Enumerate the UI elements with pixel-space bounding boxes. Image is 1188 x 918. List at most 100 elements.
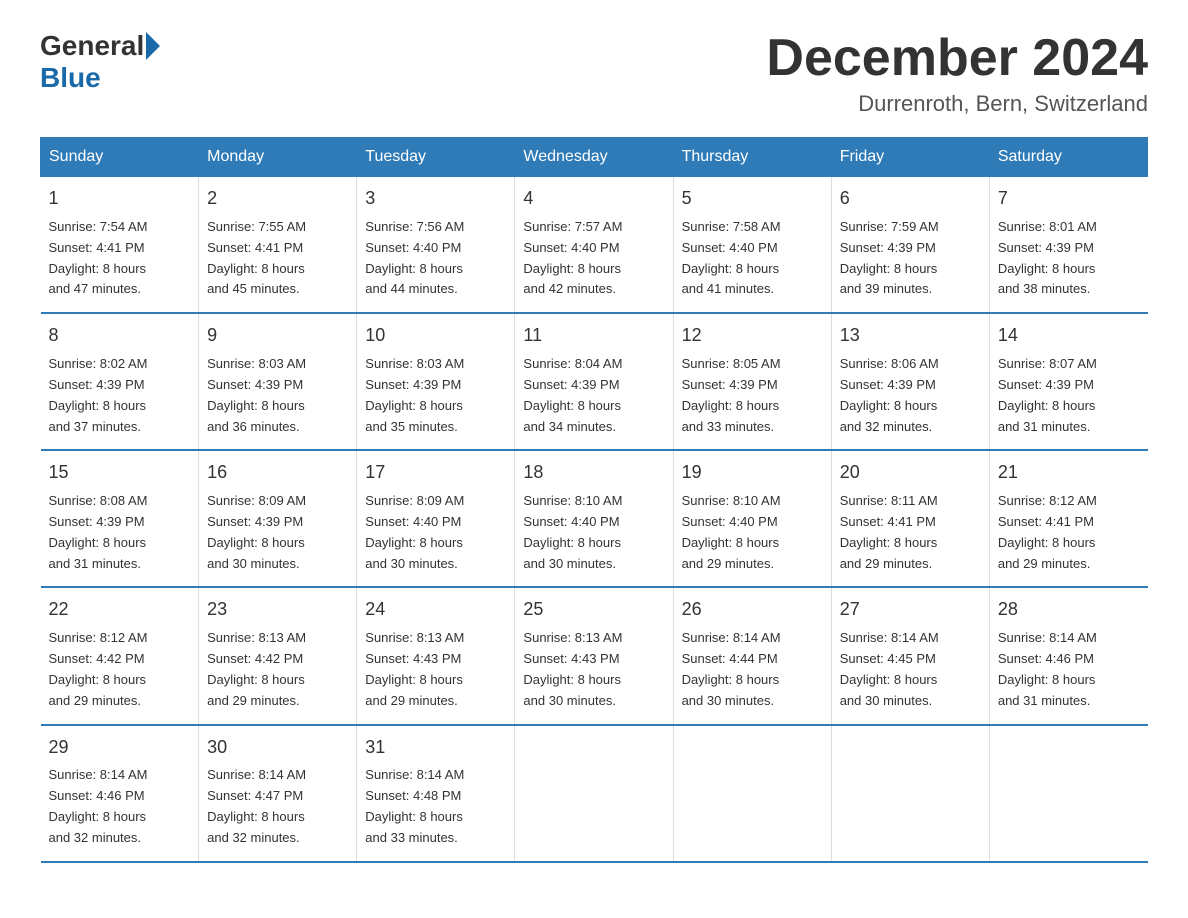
- calendar-table: SundayMondayTuesdayWednesdayThursdayFrid…: [40, 137, 1148, 862]
- calendar-cell: 3 Sunrise: 7:56 AMSunset: 4:40 PMDaylight…: [357, 177, 515, 314]
- day-info: Sunrise: 8:14 AMSunset: 4:47 PMDaylight:…: [207, 765, 348, 848]
- day-info: Sunrise: 8:01 AMSunset: 4:39 PMDaylight:…: [998, 217, 1140, 300]
- day-number: 5: [682, 185, 823, 213]
- day-info: Sunrise: 8:09 AMSunset: 4:39 PMDaylight:…: [207, 491, 348, 574]
- day-number: 22: [49, 596, 191, 624]
- day-info: Sunrise: 8:04 AMSunset: 4:39 PMDaylight:…: [523, 354, 664, 437]
- header-cell-sunday: Sunday: [41, 138, 199, 177]
- calendar-cell: 10 Sunrise: 8:03 AMSunset: 4:39 PMDayligh…: [357, 313, 515, 450]
- page-header: General Blue December 2024 Durrenroth, B…: [40, 30, 1148, 117]
- calendar-cell: 27 Sunrise: 8:14 AMSunset: 4:45 PMDayligh…: [831, 587, 989, 724]
- header-cell-wednesday: Wednesday: [515, 138, 673, 177]
- calendar-cell: 28 Sunrise: 8:14 AMSunset: 4:46 PMDayligh…: [989, 587, 1147, 724]
- day-info: Sunrise: 8:08 AMSunset: 4:39 PMDaylight:…: [49, 491, 191, 574]
- day-info: Sunrise: 8:02 AMSunset: 4:39 PMDaylight:…: [49, 354, 191, 437]
- day-number: 17: [365, 459, 506, 487]
- calendar-cell: 30 Sunrise: 8:14 AMSunset: 4:47 PMDayligh…: [199, 725, 357, 862]
- week-row-2: 8 Sunrise: 8:02 AMSunset: 4:39 PMDaylight…: [41, 313, 1148, 450]
- day-info: Sunrise: 8:13 AMSunset: 4:43 PMDaylight:…: [523, 628, 664, 711]
- calendar-cell: 31 Sunrise: 8:14 AMSunset: 4:48 PMDayligh…: [357, 725, 515, 862]
- calendar-cell: 17 Sunrise: 8:09 AMSunset: 4:40 PMDayligh…: [357, 450, 515, 587]
- day-info: Sunrise: 8:03 AMSunset: 4:39 PMDaylight:…: [207, 354, 348, 437]
- day-info: Sunrise: 8:03 AMSunset: 4:39 PMDaylight:…: [365, 354, 506, 437]
- day-number: 7: [998, 185, 1140, 213]
- calendar-cell: 13Sunrise: 8:06 AMSunset: 4:39 PMDayligh…: [831, 313, 989, 450]
- calendar-cell: 19 Sunrise: 8:10 AMSunset: 4:40 PMDayligh…: [673, 450, 831, 587]
- header-cell-friday: Friday: [831, 138, 989, 177]
- calendar-cell: 9Sunrise: 8:03 AMSunset: 4:39 PMDaylight…: [199, 313, 357, 450]
- day-info: Sunrise: 8:10 AMSunset: 4:40 PMDaylight:…: [682, 491, 823, 574]
- day-number: 19: [682, 459, 823, 487]
- day-number: 25: [523, 596, 664, 624]
- day-info: Sunrise: 7:58 AMSunset: 4:40 PMDaylight:…: [682, 217, 823, 300]
- day-number: 11: [523, 322, 664, 350]
- day-info: Sunrise: 8:12 AMSunset: 4:42 PMDaylight:…: [49, 628, 191, 711]
- day-info: Sunrise: 8:05 AMSunset: 4:39 PMDaylight:…: [682, 354, 823, 437]
- day-number: 28: [998, 596, 1140, 624]
- calendar-cell: 24Sunrise: 8:13 AMSunset: 4:43 PMDayligh…: [357, 587, 515, 724]
- week-row-4: 22 Sunrise: 8:12 AMSunset: 4:42 PMDayligh…: [41, 587, 1148, 724]
- day-info: Sunrise: 8:14 AMSunset: 4:45 PMDaylight:…: [840, 628, 981, 711]
- day-info: Sunrise: 7:54 AMSunset: 4:41 PMDaylight:…: [49, 217, 191, 300]
- header-cell-monday: Monday: [199, 138, 357, 177]
- calendar-cell: 5 Sunrise: 7:58 AMSunset: 4:40 PMDaylight…: [673, 177, 831, 314]
- day-number: 4: [523, 185, 664, 213]
- header-row: SundayMondayTuesdayWednesdayThursdayFrid…: [41, 138, 1148, 177]
- day-info: Sunrise: 8:14 AMSunset: 4:46 PMDaylight:…: [998, 628, 1140, 711]
- day-number: 10: [365, 322, 506, 350]
- calendar-cell: 16 Sunrise: 8:09 AMSunset: 4:39 PMDayligh…: [199, 450, 357, 587]
- day-number: 30: [207, 734, 348, 762]
- calendar-cell: [989, 725, 1147, 862]
- calendar-cell: 25 Sunrise: 8:13 AMSunset: 4:43 PMDayligh…: [515, 587, 673, 724]
- day-number: 20: [840, 459, 981, 487]
- calendar-cell: 8 Sunrise: 8:02 AMSunset: 4:39 PMDaylight…: [41, 313, 199, 450]
- day-number: 27: [840, 596, 981, 624]
- calendar-cell: 22 Sunrise: 8:12 AMSunset: 4:42 PMDayligh…: [41, 587, 199, 724]
- header-cell-tuesday: Tuesday: [357, 138, 515, 177]
- calendar-cell: [831, 725, 989, 862]
- day-number: 18: [523, 459, 664, 487]
- day-number: 24: [365, 596, 506, 624]
- calendar-cell: [515, 725, 673, 862]
- day-number: 2: [207, 185, 348, 213]
- location-text: Durrenroth, Bern, Switzerland: [766, 91, 1148, 117]
- day-number: 14: [998, 322, 1140, 350]
- calendar-header: SundayMondayTuesdayWednesdayThursdayFrid…: [41, 138, 1148, 177]
- day-number: 3: [365, 185, 506, 213]
- day-info: Sunrise: 7:59 AMSunset: 4:39 PMDaylight:…: [840, 217, 981, 300]
- day-info: Sunrise: 8:09 AMSunset: 4:40 PMDaylight:…: [365, 491, 506, 574]
- day-number: 29: [49, 734, 191, 762]
- calendar-cell: 14 Sunrise: 8:07 AMSunset: 4:39 PMDayligh…: [989, 313, 1147, 450]
- title-block: December 2024 Durrenroth, Bern, Switzerl…: [766, 30, 1148, 117]
- day-number: 8: [49, 322, 191, 350]
- day-number: 26: [682, 596, 823, 624]
- calendar-cell: [673, 725, 831, 862]
- calendar-cell: 18Sunrise: 8:10 AMSunset: 4:40 PMDayligh…: [515, 450, 673, 587]
- day-number: 15: [49, 459, 191, 487]
- day-number: 6: [840, 185, 981, 213]
- logo: General Blue: [40, 30, 162, 94]
- day-info: Sunrise: 8:13 AMSunset: 4:42 PMDaylight:…: [207, 628, 348, 711]
- calendar-cell: 4Sunrise: 7:57 AMSunset: 4:40 PMDaylight…: [515, 177, 673, 314]
- logo-blue-text: Blue: [40, 62, 101, 93]
- calendar-cell: 2 Sunrise: 7:55 AMSunset: 4:41 PMDaylight…: [199, 177, 357, 314]
- day-info: Sunrise: 8:07 AMSunset: 4:39 PMDaylight:…: [998, 354, 1140, 437]
- day-number: 16: [207, 459, 348, 487]
- day-number: 1: [49, 185, 191, 213]
- day-number: 12: [682, 322, 823, 350]
- calendar-cell: 29Sunrise: 8:14 AMSunset: 4:46 PMDayligh…: [41, 725, 199, 862]
- day-info: Sunrise: 8:12 AMSunset: 4:41 PMDaylight:…: [998, 491, 1140, 574]
- calendar-cell: 26 Sunrise: 8:14 AMSunset: 4:44 PMDayligh…: [673, 587, 831, 724]
- day-info: Sunrise: 7:56 AMSunset: 4:40 PMDaylight:…: [365, 217, 506, 300]
- day-info: Sunrise: 8:14 AMSunset: 4:44 PMDaylight:…: [682, 628, 823, 711]
- day-info: Sunrise: 7:55 AMSunset: 4:41 PMDaylight:…: [207, 217, 348, 300]
- calendar-cell: 11 Sunrise: 8:04 AMSunset: 4:39 PMDayligh…: [515, 313, 673, 450]
- week-row-1: 1 Sunrise: 7:54 AMSunset: 4:41 PMDaylight…: [41, 177, 1148, 314]
- calendar-cell: 15 Sunrise: 8:08 AMSunset: 4:39 PMDayligh…: [41, 450, 199, 587]
- day-info: Sunrise: 8:14 AMSunset: 4:48 PMDaylight:…: [365, 765, 506, 848]
- day-number: 31: [365, 734, 506, 762]
- calendar-cell: 6 Sunrise: 7:59 AMSunset: 4:39 PMDaylight…: [831, 177, 989, 314]
- calendar-cell: 1 Sunrise: 7:54 AMSunset: 4:41 PMDaylight…: [41, 177, 199, 314]
- day-number: 23: [207, 596, 348, 624]
- header-cell-thursday: Thursday: [673, 138, 831, 177]
